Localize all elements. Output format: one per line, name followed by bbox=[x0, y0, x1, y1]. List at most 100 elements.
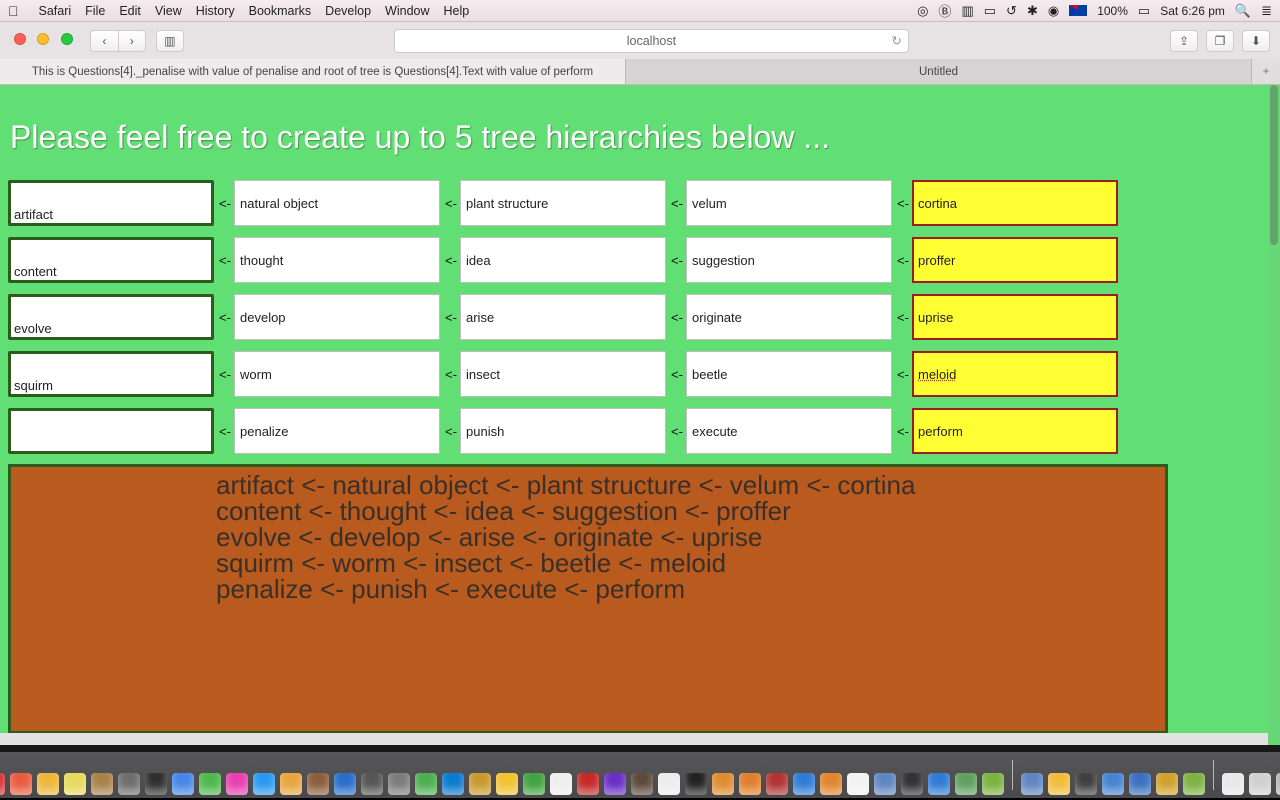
menu-list-icon[interactable]: ≣ bbox=[1261, 3, 1272, 19]
tab-2[interactable]: Untitled bbox=[626, 59, 1252, 84]
vertical-scrollbar[interactable] bbox=[1268, 85, 1280, 745]
download-button[interactable]: ⬇ bbox=[1242, 30, 1270, 52]
root-input-2[interactable]: content bbox=[8, 237, 214, 283]
root-input-5[interactable] bbox=[8, 408, 214, 454]
dock-app-icon[interactable] bbox=[10, 773, 32, 795]
cell-5-3[interactable]: execute bbox=[686, 408, 892, 454]
dock-app-icon[interactable] bbox=[955, 773, 977, 795]
cell-4-3[interactable]: beetle bbox=[686, 351, 892, 397]
cell-2-2[interactable]: idea bbox=[460, 237, 666, 283]
root-input-1[interactable]: artifact bbox=[8, 180, 214, 226]
dock-app-icon[interactable] bbox=[1075, 773, 1097, 795]
menu-bookmarks[interactable]: Bookmarks bbox=[249, 4, 312, 18]
dock-app-icon[interactable] bbox=[1048, 773, 1070, 795]
sync-icon[interactable]: ◎ bbox=[917, 3, 928, 19]
cell-4-1[interactable]: worm bbox=[234, 351, 440, 397]
menubar-icon[interactable]: ▥ bbox=[961, 3, 973, 19]
dock-app-icon[interactable] bbox=[847, 773, 869, 795]
dock-notes-icon[interactable] bbox=[64, 773, 86, 795]
leaf-3[interactable]: uprise bbox=[912, 294, 1118, 340]
cell-2-1[interactable]: thought bbox=[234, 237, 440, 283]
leaf-5[interactable]: perform bbox=[912, 408, 1118, 454]
sidebar-button[interactable]: ▥ bbox=[156, 30, 184, 52]
dock-app-icon[interactable] bbox=[280, 773, 302, 795]
dock-app-icon[interactable] bbox=[793, 773, 815, 795]
dock-firefox-icon[interactable] bbox=[739, 773, 761, 795]
dock-calendar-icon[interactable] bbox=[37, 773, 59, 795]
dock-app-icon[interactable] bbox=[469, 773, 491, 795]
cell-1-1[interactable]: natural object bbox=[234, 180, 440, 226]
close-window-button[interactable] bbox=[14, 33, 26, 45]
leaf-4[interactable]: meloid bbox=[912, 351, 1118, 397]
dock-app-icon[interactable] bbox=[604, 773, 626, 795]
dock-app-icon[interactable] bbox=[577, 773, 599, 795]
tab-1[interactable]: This is Questions[4]._penalise with valu… bbox=[0, 59, 626, 84]
root-input-3[interactable]: evolve bbox=[8, 294, 214, 340]
dock-app-icon[interactable] bbox=[361, 773, 383, 795]
dock-app-icon[interactable] bbox=[199, 773, 221, 795]
dock-app-icon[interactable] bbox=[1183, 773, 1205, 795]
timemachine-icon[interactable]: ↺ bbox=[1006, 3, 1017, 19]
dock-vlc-icon[interactable] bbox=[820, 773, 842, 795]
cell-3-3[interactable]: originate bbox=[686, 294, 892, 340]
dock-app-icon[interactable] bbox=[145, 773, 167, 795]
bold-b-icon[interactable]: Ⓑ bbox=[938, 1, 951, 20]
dock-app-icon[interactable] bbox=[172, 773, 194, 795]
menu-file[interactable]: File bbox=[85, 4, 105, 18]
cell-3-2[interactable]: arise bbox=[460, 294, 666, 340]
dock-app-icon[interactable] bbox=[550, 773, 572, 795]
menubar-clock[interactable]: Sat 6:26 pm bbox=[1160, 4, 1225, 18]
cell-1-3[interactable]: velum bbox=[686, 180, 892, 226]
dock-app-icon[interactable] bbox=[874, 773, 896, 795]
menu-app[interactable]: Safari bbox=[39, 4, 72, 18]
spotlight-icon[interactable]: 🔍 bbox=[1235, 3, 1251, 19]
new-tab-button[interactable]: + bbox=[1252, 59, 1280, 84]
root-input-4[interactable]: squirm bbox=[8, 351, 214, 397]
menu-help[interactable]: Help bbox=[444, 4, 470, 18]
menu-edit[interactable]: Edit bbox=[119, 4, 141, 18]
dock-stack-icon[interactable] bbox=[1222, 773, 1244, 795]
cell-5-1[interactable]: penalize bbox=[234, 408, 440, 454]
dock-app-icon[interactable] bbox=[523, 773, 545, 795]
menu-view[interactable]: View bbox=[155, 4, 182, 18]
cell-2-3[interactable]: suggestion bbox=[686, 237, 892, 283]
cell-4-2[interactable]: insect bbox=[460, 351, 666, 397]
fullscreen-window-button[interactable] bbox=[61, 33, 73, 45]
wifi-icon[interactable]: ◉ bbox=[1048, 3, 1059, 19]
flag-icon[interactable] bbox=[1069, 5, 1087, 16]
address-bar[interactable]: localhost ↻ bbox=[394, 29, 909, 53]
dock-itunes-icon[interactable] bbox=[226, 773, 248, 795]
menu-window[interactable]: Window bbox=[385, 4, 429, 18]
dock-filezilla-icon[interactable] bbox=[766, 773, 788, 795]
dock-app-icon[interactable] bbox=[631, 773, 653, 795]
dock-app-icon[interactable] bbox=[712, 773, 734, 795]
dock-stack-icon[interactable] bbox=[1276, 773, 1280, 795]
forward-button[interactable]: › bbox=[118, 30, 146, 52]
dock-app-icon[interactable] bbox=[91, 773, 113, 795]
apple-icon[interactable]:  bbox=[8, 3, 19, 19]
dock-app-icon[interactable] bbox=[1021, 773, 1043, 795]
dock-terminal-icon[interactable] bbox=[685, 773, 707, 795]
dock-app-icon[interactable] bbox=[658, 773, 680, 795]
dock-app-icon[interactable] bbox=[118, 773, 140, 795]
minimize-window-button[interactable] bbox=[37, 33, 49, 45]
dock-app-icon[interactable] bbox=[307, 773, 329, 795]
dock-appstore-icon[interactable] bbox=[253, 773, 275, 795]
menu-develop[interactable]: Develop bbox=[325, 4, 371, 18]
leaf-1[interactable]: cortina bbox=[912, 180, 1118, 226]
airplay-icon[interactable]: ▭ bbox=[984, 3, 996, 19]
dock-app-icon[interactable] bbox=[0, 773, 5, 795]
dock-stack-icon[interactable] bbox=[1249, 773, 1271, 795]
horizontal-scrollbar[interactable] bbox=[0, 733, 1268, 745]
cell-5-2[interactable]: punish bbox=[460, 408, 666, 454]
dock-app-icon[interactable] bbox=[901, 773, 923, 795]
dock-chrome-icon[interactable] bbox=[496, 773, 518, 795]
dock-settings-icon[interactable] bbox=[388, 773, 410, 795]
share-button[interactable]: ⇪ bbox=[1170, 30, 1198, 52]
bluetooth-icon[interactable]: ✱ bbox=[1027, 3, 1038, 19]
dock-app-icon[interactable] bbox=[1129, 773, 1151, 795]
dock-app-icon[interactable] bbox=[334, 773, 356, 795]
dock-app-icon[interactable] bbox=[1102, 773, 1124, 795]
dock-app-icon[interactable] bbox=[982, 773, 1004, 795]
dock-app-icon[interactable] bbox=[415, 773, 437, 795]
